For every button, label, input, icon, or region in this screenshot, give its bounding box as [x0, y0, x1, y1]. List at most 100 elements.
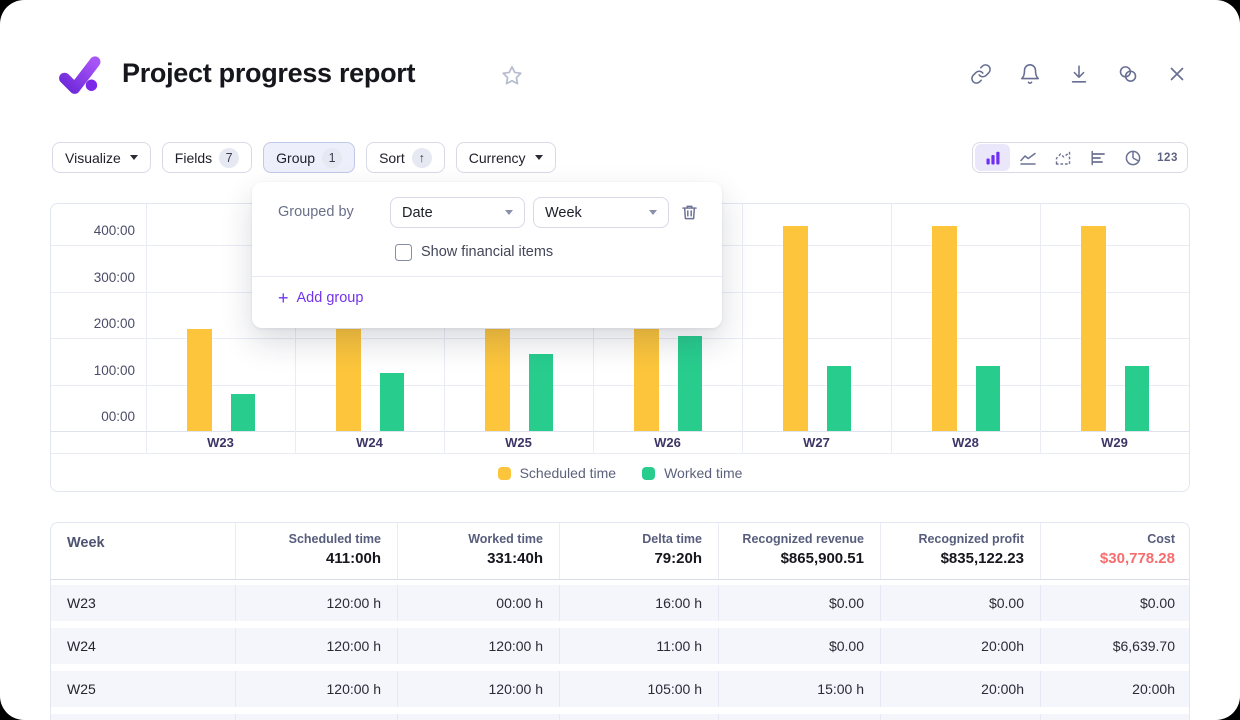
app-logo-icon — [58, 56, 102, 96]
table-cell: W24 — [51, 628, 235, 664]
x-axis-week-label: W29 — [1040, 432, 1189, 453]
table-cell — [1040, 714, 1190, 720]
header-actions — [970, 63, 1188, 85]
group-interval-select[interactable]: Week — [533, 197, 669, 228]
column-label: Delta time — [560, 532, 702, 546]
scheduled-time-bar — [783, 226, 808, 431]
table-row: W23120:00 h00:00 h16:00 h$0.00$0.00$0.00 — [51, 585, 1189, 621]
column-total: $865,900.51 — [719, 550, 864, 567]
x-axis-week-label: W25 — [444, 432, 593, 453]
bar-chart-icon[interactable] — [975, 144, 1010, 171]
column-label: Recognized profit — [881, 532, 1024, 546]
y-axis-tick-label: 400:00 — [51, 224, 135, 238]
scheduled-time-bar — [634, 329, 659, 431]
legend-swatch — [498, 467, 511, 480]
linked-circles-icon[interactable] — [1117, 63, 1139, 85]
table-cell: 00:00 h — [397, 585, 559, 621]
scheduled-time-bar — [485, 329, 510, 431]
table-cell — [880, 714, 1040, 720]
column-label: Recognized revenue — [719, 532, 864, 546]
download-icon[interactable] — [1068, 63, 1090, 85]
table-body: W23120:00 h00:00 h16:00 h$0.00$0.00$0.00… — [51, 585, 1189, 720]
fields-count-badge: 7 — [219, 148, 239, 168]
table-cell: $6,639.70 — [1040, 628, 1190, 664]
page-title: Project progress report — [122, 58, 415, 89]
chevron-down-icon — [649, 210, 657, 215]
legend-item[interactable]: Scheduled time — [498, 465, 617, 481]
scheduled-time-bar — [1081, 226, 1106, 431]
worked-time-bar — [827, 366, 851, 431]
table-header-cell: Delta time79:20h — [559, 523, 718, 579]
numbers-view-icon[interactable]: 123 — [1150, 144, 1185, 171]
gridline — [51, 385, 1189, 386]
y-axis-separator — [146, 204, 147, 453]
toolbar: Visualize Fields 7 Group 1 Sort ↑ Curren… — [52, 142, 556, 173]
link-icon[interactable] — [970, 63, 992, 85]
table-cell: W23 — [51, 585, 235, 621]
table-cell — [235, 714, 397, 720]
sort-button[interactable]: Sort ↑ — [366, 142, 445, 173]
group-count-badge: 1 — [322, 148, 342, 168]
delete-group-trash-icon[interactable] — [680, 203, 699, 222]
currency-button[interactable]: Currency — [456, 142, 556, 173]
table-cell — [559, 714, 718, 720]
table-header-cell: Cost$30,778.28 — [1040, 523, 1190, 579]
close-icon[interactable] — [1166, 63, 1188, 85]
show-financial-items-row[interactable]: Show financial items — [395, 240, 553, 264]
visualize-button[interactable]: Visualize — [52, 142, 151, 173]
table-row: W25120:00 h120:00 h105:00 h15:00 h20:00h… — [51, 671, 1189, 707]
favorite-star-icon[interactable] — [499, 63, 525, 89]
summary-table: WeekScheduled time411:00hWorked time331:… — [50, 522, 1190, 720]
group-label: Group — [276, 150, 315, 166]
plus-icon: + — [278, 289, 289, 307]
worked-time-bar — [678, 336, 702, 431]
group-button[interactable]: Group 1 — [263, 142, 355, 173]
table-cell: 20:00h — [880, 671, 1040, 707]
group-field-select[interactable]: Date — [390, 197, 525, 228]
column-label: Scheduled time — [236, 532, 381, 546]
x-axis-week-label: W28 — [891, 432, 1040, 453]
table-cell: 120:00 h — [397, 671, 559, 707]
table-header-cell: Recognized profit $835,122.23 — [880, 523, 1040, 579]
table-cell — [397, 714, 559, 720]
week-column-separator — [742, 204, 743, 453]
x-axis-week-label: W23 — [146, 432, 295, 453]
table-cell: 16:00 h — [559, 585, 718, 621]
week-column-separator — [1040, 204, 1041, 453]
week-column-separator — [891, 204, 892, 453]
table-header-cell: Week — [51, 523, 235, 579]
gridline — [51, 338, 1189, 339]
chevron-down-icon — [505, 210, 513, 215]
report-window: Project progress report — [0, 0, 1240, 720]
pie-chart-icon[interactable] — [1115, 144, 1150, 171]
notifications-bell-icon[interactable] — [1019, 63, 1041, 85]
horizontal-bar-chart-icon[interactable] — [1080, 144, 1115, 171]
x-axis-week-label: W24 — [295, 432, 444, 453]
column-total: $835,122.23 — [881, 550, 1024, 567]
column-total: $30,778.28 — [1041, 550, 1175, 567]
table-cell: $0.00 — [718, 628, 880, 664]
table-cell: 120:00 h — [235, 628, 397, 664]
legend-item[interactable]: Worked time — [642, 465, 742, 481]
legend-swatch — [642, 467, 655, 480]
sort-direction-badge: ↑ — [412, 148, 432, 168]
chevron-down-icon — [535, 155, 543, 160]
table-cell: 120:00 h — [235, 671, 397, 707]
line-chart-icon[interactable] — [1010, 144, 1045, 171]
legend-label: Scheduled time — [520, 465, 617, 481]
column-total: 411:00h — [236, 550, 381, 567]
visualize-label: Visualize — [65, 150, 121, 166]
fields-button[interactable]: Fields 7 — [162, 142, 252, 173]
chevron-down-icon — [130, 155, 138, 160]
currency-label: Currency — [469, 150, 526, 166]
worked-time-bar — [380, 373, 404, 431]
add-group-button[interactable]: + Add group — [278, 286, 363, 310]
table-header-row: WeekScheduled time411:00hWorked time331:… — [51, 523, 1189, 580]
table-cell: 11:00 h — [559, 628, 718, 664]
group-field-value: Date — [402, 205, 433, 221]
table-header-cell: Scheduled time 411:00h — [235, 523, 397, 579]
area-chart-icon[interactable] — [1045, 144, 1080, 171]
table-cell: $0.00 — [880, 585, 1040, 621]
table-cell: 20:00h — [880, 628, 1040, 664]
show-financial-items-checkbox[interactable] — [395, 244, 412, 261]
